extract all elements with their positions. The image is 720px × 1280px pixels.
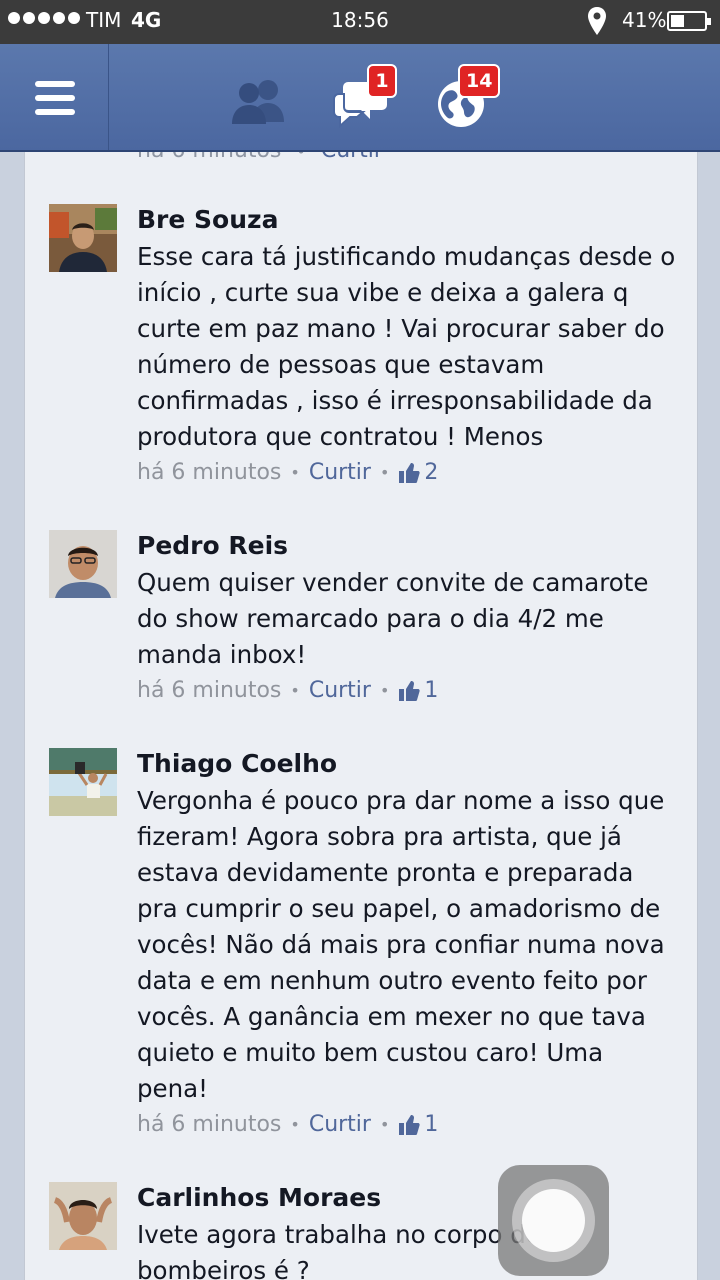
- friend-requests-icon[interactable]: [224, 66, 294, 136]
- separator-dot: •: [290, 1115, 300, 1134]
- separator-dot: •: [290, 681, 300, 700]
- separator-dot: •: [379, 463, 390, 482]
- like-link[interactable]: Curtir: [309, 676, 371, 706]
- status-bar: TIM 4G 18:56 41%: [0, 0, 720, 44]
- like-count[interactable]: 1: [398, 1110, 438, 1140]
- like-count-value: 2: [424, 460, 439, 485]
- comment-meta: há 6 minutos • Curtir • 2: [137, 458, 677, 488]
- avatar[interactable]: [49, 1182, 117, 1250]
- like-count-value: 1: [424, 1112, 439, 1137]
- avatar[interactable]: [49, 204, 117, 272]
- separator-dot: •: [379, 1115, 390, 1134]
- clock: 18:56: [331, 8, 389, 32]
- like-link[interactable]: Curtir: [309, 458, 371, 488]
- notifications-badge: 14: [458, 64, 501, 98]
- comment-time: há 6 minutos: [137, 460, 282, 485]
- comment-meta: há 6 minutos • Curtir • 1: [137, 676, 677, 706]
- facebook-top-bar: 1 14: [0, 44, 720, 152]
- battery-icon: [667, 11, 711, 31]
- comment-text: Quem quiser vender convite de camarote d…: [137, 568, 649, 669]
- messages-badge: 1: [367, 64, 397, 98]
- comment-time: há 6 minutos: [137, 1112, 282, 1137]
- thumbs-up-icon: [399, 463, 421, 483]
- comment-meta: há 6 minutos • Curtir • 1: [137, 1110, 677, 1140]
- comment-time: há 6 minutos: [137, 678, 282, 703]
- like-count-value: 1: [424, 678, 439, 703]
- like-link[interactable]: Curtir: [321, 152, 383, 163]
- comments-list: há 6 minutos • Curtir Bre Souza Esse car…: [24, 152, 698, 1280]
- location-icon: [588, 7, 606, 35]
- battery-percent: 41%: [622, 8, 667, 32]
- assistive-touch-button[interactable]: [498, 1165, 609, 1276]
- like-count[interactable]: 1: [398, 676, 438, 706]
- assistive-touch-core: [522, 1189, 585, 1252]
- separator-dot: •: [379, 681, 390, 700]
- separator-dot: •: [296, 152, 305, 161]
- partial-comment-meta: há 6 minutos • Curtir: [137, 152, 383, 163]
- thumbs-up-icon: [399, 681, 421, 701]
- avatar[interactable]: [49, 748, 117, 816]
- commenter-name[interactable]: Thiago Coelho: [137, 749, 677, 779]
- comment-time: há 6 minutos: [137, 152, 281, 163]
- like-link[interactable]: Curtir: [309, 1110, 371, 1140]
- comment-text: Esse cara tá justificando mudanças desde…: [137, 242, 676, 451]
- menu-button[interactable]: [0, 44, 109, 150]
- separator-dot: •: [290, 463, 300, 482]
- like-count[interactable]: 2: [398, 458, 438, 488]
- avatar[interactable]: [49, 530, 117, 598]
- comment-text: Vergonha é pouco pra dar nome a isso que…: [137, 786, 665, 1103]
- commenter-name[interactable]: Bre Souza: [137, 205, 677, 235]
- thumbs-up-icon: [399, 1115, 421, 1135]
- commenter-name[interactable]: Pedro Reis: [137, 531, 677, 561]
